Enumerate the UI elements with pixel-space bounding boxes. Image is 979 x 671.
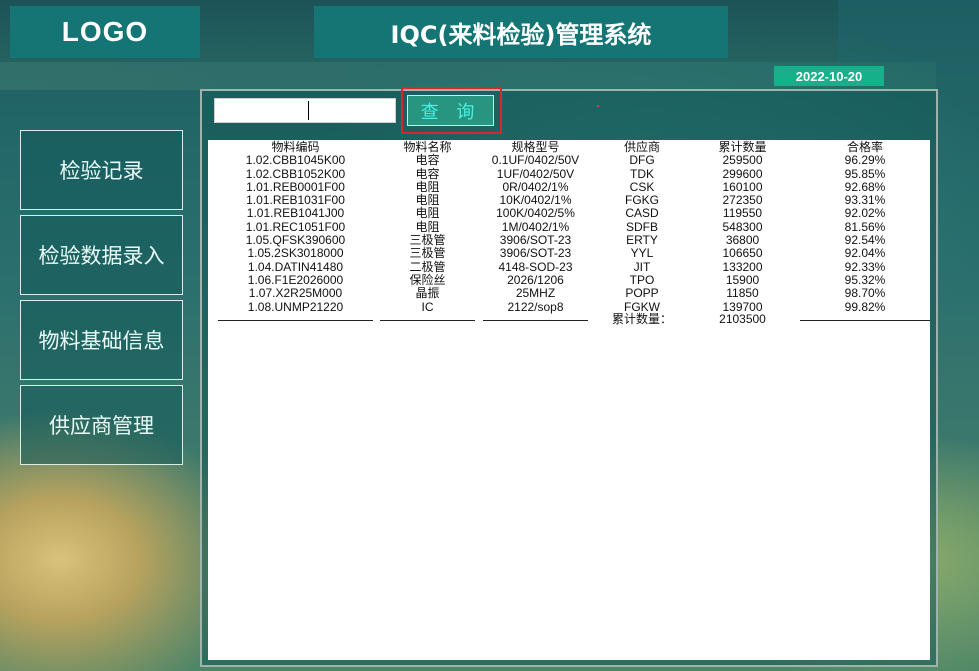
table-cell: 98.70% bbox=[844, 286, 886, 301]
table-cell: TDK bbox=[630, 166, 654, 181]
column-pass-rate: 合格率 96.29% 95.85% 92.68% 93.31% 92.02% 81.56% 9… bbox=[800, 140, 930, 314]
table-cell: 299600 bbox=[722, 166, 763, 181]
table-cell: 99.82% bbox=[844, 299, 886, 314]
table-cell: 106650 bbox=[722, 246, 763, 261]
table-cell: 259500 bbox=[722, 153, 763, 168]
table-cell: 2122/sop8 bbox=[507, 299, 564, 314]
table-cell: 81.56% bbox=[844, 219, 886, 234]
table-cell: 25MHZ bbox=[515, 286, 556, 301]
total-value: 2103500 bbox=[719, 312, 766, 326]
table-cell: 三极管 bbox=[409, 246, 446, 261]
marker-dot bbox=[597, 105, 599, 107]
table-cell: 1.08.UNMP21220 bbox=[247, 299, 344, 314]
table-cell: 1.01.REB0001F00 bbox=[246, 179, 345, 194]
table-cell: 1.06.F1E2026000 bbox=[247, 272, 344, 287]
logo: LOGO bbox=[10, 6, 200, 58]
table-cell: 2026/1206 bbox=[507, 272, 564, 287]
table-cell: TPO bbox=[629, 272, 655, 287]
column-underline bbox=[483, 320, 588, 321]
table-cell: 15900 bbox=[725, 272, 760, 287]
nav-inspection-data-entry-button[interactable]: 检验数据录入 bbox=[20, 215, 183, 295]
table-cell: 3906/SOT-23 bbox=[499, 233, 572, 248]
table-cell: 1.01.REB1031F00 bbox=[246, 193, 345, 208]
table-cell: 二极管 bbox=[409, 259, 446, 274]
table-cell: 1.02.CBB1052K00 bbox=[245, 166, 346, 181]
column-material-code: 物料编码 1.02.CBB1045K00 1.02.CBB1052K00 1.01.R… bbox=[218, 140, 373, 314]
table-cell: 1.07.X2R25M000 bbox=[248, 286, 343, 301]
nav-material-info-button[interactable]: 物料基础信息 bbox=[20, 300, 183, 380]
query-button[interactable]: 查 询 bbox=[407, 95, 494, 126]
table-cell: 160100 bbox=[722, 179, 763, 194]
table-cell: 0R/0402/1% bbox=[502, 179, 569, 194]
date-badge: 2022-10-20 bbox=[774, 66, 884, 86]
column-material-name: 物料名称 电容 电容 电阻 电阻 电阻 电阻 三极管 三极管 二极管 保险丝 晶振 IC bbox=[380, 140, 475, 314]
app-title: IQC(来料检验)管理系统 bbox=[314, 6, 728, 58]
table-cell: 92.54% bbox=[844, 233, 886, 248]
table-cell: 95.85% bbox=[844, 166, 886, 181]
column-supplier: 供应商 DFG TDK CSK FGKG CASD SDFB ERTY YYL JIT TPO POP… bbox=[598, 140, 686, 314]
table-cell: 1.04.DATIN41480 bbox=[247, 259, 344, 274]
table-cell: 保险丝 bbox=[409, 272, 446, 287]
column-underline bbox=[218, 320, 373, 321]
table-header-cell: 累计数量 bbox=[718, 140, 767, 154]
table-header-cell: 物料编码 bbox=[271, 140, 320, 154]
table-cell: POPP bbox=[625, 286, 659, 301]
total-label: 累计数量： bbox=[611, 312, 672, 326]
table-cell: 93.31% bbox=[844, 193, 886, 208]
table-cell: SDFB bbox=[625, 219, 658, 234]
table-header-cell: 合格率 bbox=[846, 140, 883, 154]
table-cell: 3906/SOT-23 bbox=[499, 246, 572, 261]
table-cell: 1M/0402/1% bbox=[501, 219, 570, 234]
column-spec-model: 规格型号 0.1UF/0402/50V 1UF/0402/50V 0R/0402/1%… bbox=[483, 140, 588, 314]
table-cell: 92.33% bbox=[844, 259, 886, 274]
table-cell: 100K/0402/5% bbox=[496, 206, 575, 221]
table-cell: CASD bbox=[625, 206, 659, 221]
table-cell: 272350 bbox=[722, 193, 763, 208]
table-cell: 133200 bbox=[722, 259, 763, 274]
table-cell: 92.04% bbox=[844, 246, 886, 261]
column-underline bbox=[800, 320, 930, 321]
table-cell: 119550 bbox=[722, 206, 763, 221]
table-cell: 95.32% bbox=[844, 272, 886, 287]
table-cell: 548300 bbox=[722, 219, 763, 234]
table-cell: 92.68% bbox=[844, 179, 886, 194]
table-cell: CSK bbox=[629, 179, 655, 194]
table-cell: 1.05.2SK3018000 bbox=[247, 246, 344, 261]
column-underline bbox=[380, 320, 475, 321]
table-cell: 电阻 bbox=[415, 206, 440, 221]
table-cell: 96.29% bbox=[844, 153, 886, 168]
nav-inspection-records-button[interactable]: 检验记录 bbox=[20, 130, 183, 210]
table-cell: 晶振 bbox=[415, 286, 440, 301]
table-cell: IC bbox=[421, 299, 434, 314]
table-cell: 11850 bbox=[726, 286, 759, 301]
table-cell: 36800 bbox=[725, 233, 760, 248]
table-cell: YYL bbox=[630, 246, 654, 261]
nav-supplier-management-button[interactable]: 供应商管理 bbox=[20, 385, 183, 465]
table-cell: 电容 bbox=[415, 166, 440, 181]
text-caret bbox=[308, 101, 309, 120]
table-cell: FGKG bbox=[624, 193, 659, 208]
table-cell: 1UF/0402/50V bbox=[496, 166, 575, 181]
table-cell: 4148-SOD-23 bbox=[498, 259, 573, 274]
table-cell: 1.02.CBB1045K00 bbox=[245, 153, 346, 168]
table-header-cell: 供应商 bbox=[623, 140, 660, 154]
table-cell: 电阻 bbox=[415, 193, 440, 208]
table-cell: 电容 bbox=[415, 153, 440, 168]
table-cell: ERTY bbox=[626, 233, 658, 248]
table-cell: DFG bbox=[629, 153, 655, 168]
table-cell: 1.05.QFSK390600 bbox=[245, 233, 346, 248]
table-cell: 10K/0402/1% bbox=[499, 193, 572, 208]
table-cell: JIT bbox=[633, 259, 651, 274]
table-header-cell: 规格型号 bbox=[511, 140, 560, 154]
table-cell: 0.1UF/0402/50V bbox=[491, 153, 580, 168]
table-cell: 电阻 bbox=[415, 179, 440, 194]
table-cell: 1.01.REB1041J00 bbox=[246, 206, 345, 221]
column-quantity: 累计数量 259500 299600 160100 272350 119550 548300… bbox=[695, 140, 790, 314]
table-cell: 92.02% bbox=[844, 206, 886, 221]
search-input[interactable] bbox=[214, 98, 396, 123]
table-cell: 1.01.REC1051F00 bbox=[245, 219, 346, 234]
